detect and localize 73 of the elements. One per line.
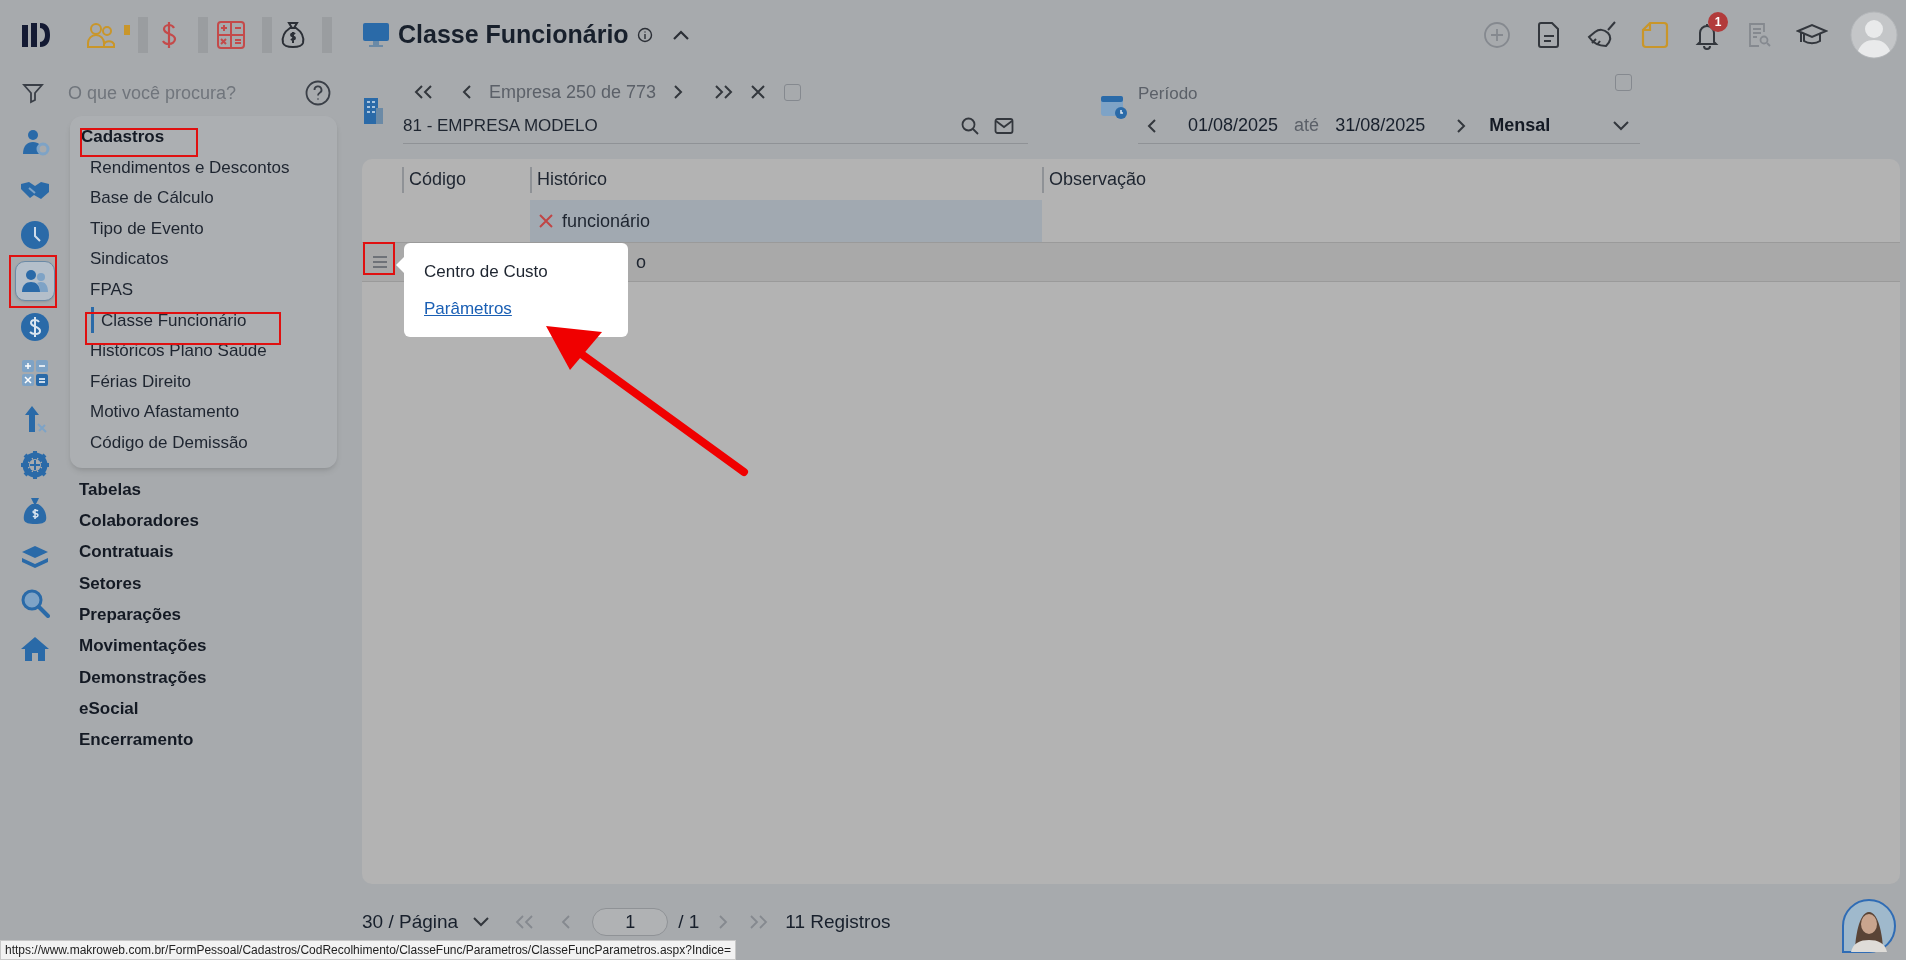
menu-item[interactable]: Código de Demissão [81,427,329,458]
page-total: / 1 [678,909,700,934]
person-gear-icon[interactable] [20,128,50,158]
menu-section[interactable]: Demonstrações [70,661,337,693]
menu-item[interactable]: Férias Direito [81,366,329,397]
highlight-frame [363,242,395,275]
menu-item[interactable]: Classe Funcionário [91,307,329,334]
building-icon [362,96,384,126]
menu-section[interactable]: Colaboradores [70,505,337,537]
record-count: 11 Registros [785,909,891,934]
indicator-mark [124,25,130,35]
gear-icon[interactable] [20,450,50,480]
notification-badge: 1 [1708,12,1728,32]
next-icon[interactable] [1455,117,1468,134]
menu-section[interactable]: Contratuais [70,536,337,568]
previous-icon[interactable] [1146,117,1158,134]
help-icon[interactable] [305,80,331,106]
menu-item[interactable]: Centro de Custo [424,258,548,284]
menu-link[interactable]: Parâmetros [424,296,512,322]
money-bag-icon[interactable] [280,20,306,50]
info-icon[interactable] [636,27,653,43]
last-icon[interactable] [714,84,735,100]
menu-item[interactable]: Sindicatos [81,243,329,275]
company-name: 81 - EMPRESA MODELO [403,114,598,137]
status-url: https://www.makroweb.com.br/FormPessoal/Cadastros/CodRecolhimento/ClasseFunc/Parametros/ClasseFuncParametros.aspx?Indice= [0,940,736,960]
menu-section[interactable]: Tabelas [70,473,337,506]
menu-section[interactable]: Setores [70,567,337,600]
monitor-icon [362,22,390,48]
close-icon[interactable] [750,84,767,100]
column-header[interactable]: Histórico [532,166,607,193]
calculator-icon[interactable] [216,20,246,50]
broom-icon[interactable] [1586,20,1618,50]
magnifier-icon[interactable] [20,588,50,618]
column-header[interactable]: Código [404,166,467,193]
start-date[interactable]: 01/08/2025 [1188,112,1279,139]
checkbox[interactable] [784,83,802,101]
menu-item[interactable]: Rendimentos e Descontos [81,152,329,183]
date-connector: até [1294,114,1320,137]
period-label: Período [1138,82,1198,105]
company-counter: Empresa 250 de 773 [489,80,657,104]
next-icon[interactable] [672,84,685,100]
first-icon[interactable] [413,84,435,100]
calculator-icon[interactable] [20,358,50,388]
filter-field[interactable]: funcionário [530,200,1042,242]
menu-item[interactable]: FPAS [81,274,329,305]
end-date[interactable]: 31/08/2025 [1335,112,1426,139]
menu-section[interactable]: Preparações [70,599,337,631]
chevron-down-icon[interactable] [1612,119,1630,132]
checkbox[interactable] [1615,74,1632,91]
chevron-down-icon[interactable] [472,916,491,928]
menu-section[interactable]: Movimentações [70,630,337,662]
page-size-dropdown[interactable]: 30 / Página [362,907,459,937]
menu-section[interactable]: Cadastros [81,122,329,152]
clock-icon[interactable] [20,220,50,250]
previous-icon[interactable] [461,84,473,100]
menu-section[interactable]: Encerramento [70,724,337,756]
period-mode-dropdown[interactable]: Mensal [1489,112,1551,139]
menu-item[interactable]: Base de Cálculo [81,182,329,214]
page-title: Classe Funcionário [398,19,629,51]
menu-item[interactable]: Tipo de Evento [81,213,329,244]
rail-button[interactable] [15,261,55,301]
dollar-icon[interactable] [20,312,50,342]
house-icon[interactable] [20,634,50,664]
column-header[interactable]: Observação [1044,166,1147,193]
page-number-field[interactable]: 1 [592,908,669,936]
menu-section[interactable]: eSocial [70,693,337,725]
search-icon[interactable] [960,115,980,136]
mail-icon[interactable] [994,116,1014,135]
menu-item[interactable]: Motivo Afastamento [81,396,329,428]
filter-icon[interactable] [22,82,44,104]
clear-icon[interactable] [538,213,554,229]
highlight-frame [9,255,57,308]
logo-icon[interactable] [20,21,52,49]
